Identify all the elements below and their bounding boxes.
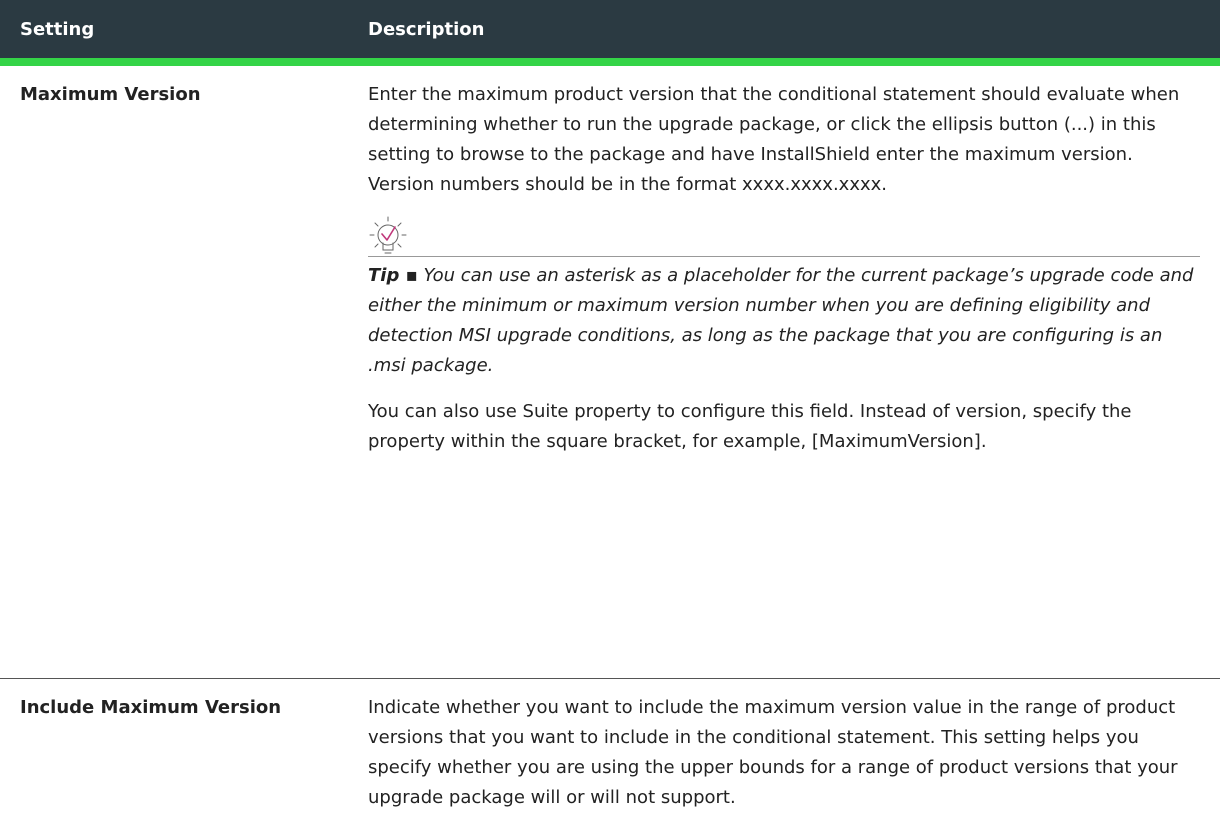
tip-note: Tip ▪ You can use an asterisk as a place… — [368, 261, 1200, 381]
table-row: Maximum Version Enter the maximum produc… — [0, 62, 1220, 679]
setting-name: Include Maximum Version — [0, 679, 352, 813]
description-extra-text: You can also use Suite property to confi… — [368, 397, 1200, 457]
settings-table: Setting Description Maximum Version Ente… — [0, 0, 1220, 813]
lightbulb-check-icon — [368, 216, 1200, 256]
setting-description: Enter the maximum product version that t… — [352, 62, 1220, 679]
description-column-header: Description — [352, 0, 1220, 62]
setting-column-header: Setting — [0, 0, 352, 62]
tip-text: You can use an asterisk as a placeholder… — [368, 265, 1193, 376]
tip-divider — [368, 256, 1200, 257]
setting-description: Indicate whether you want to include the… — [352, 679, 1220, 813]
description-text: Enter the maximum product version that t… — [368, 80, 1200, 200]
setting-name: Maximum Version — [0, 62, 352, 679]
description-text: Indicate whether you want to include the… — [368, 693, 1200, 813]
table-row: Include Maximum Version Indicate whether… — [0, 679, 1220, 813]
table-header-row: Setting Description — [0, 0, 1220, 62]
tip-label: Tip ▪ — [368, 265, 418, 286]
